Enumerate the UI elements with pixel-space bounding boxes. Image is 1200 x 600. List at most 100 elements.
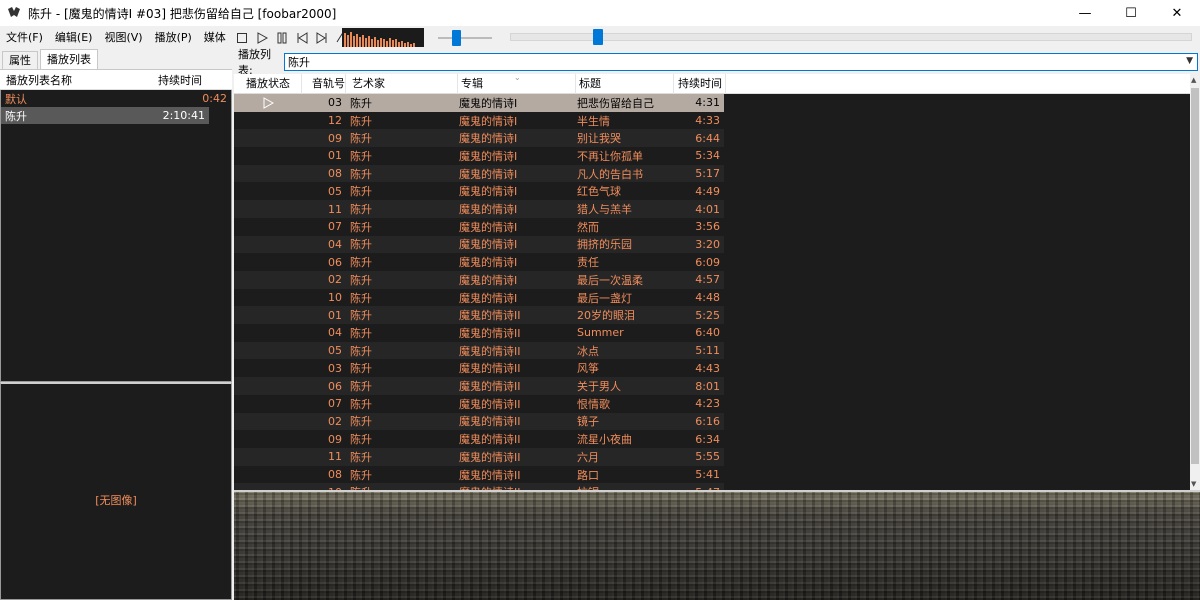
playlist-dropdown-value: 陈升 [288,56,310,69]
track-row[interactable]: 04 陈升 魔鬼的情诗II Summer 6:40 [234,324,724,342]
spectrum-visualization[interactable] [342,28,424,47]
track-row[interactable]: 07 陈升 魔鬼的情诗I 然而 3:56 [234,217,724,236]
track-row[interactable]: 07 陈升 魔鬼的情诗II 恨情歌 4:23 [234,394,724,413]
track-row[interactable]: 05 陈升 魔鬼的情诗I 红色气球 4:49 [234,182,724,201]
track-duration: 6:34 [695,432,720,446]
stop-button[interactable] [233,29,251,47]
seek-bar[interactable] [510,29,1192,45]
playlist-duration: 0:42 [202,92,227,105]
playlist-dropdown[interactable]: 陈升 ▼ [284,53,1198,71]
playlist-item-selected[interactable]: 陈升 2:10:41 [1,107,209,124]
track-row[interactable]: 02 陈升 魔鬼的情诗II 镜子 6:16 [234,412,724,431]
track-row[interactable]: 04 陈升 魔鬼的情诗I 拥挤的乐园 3:20 [234,235,724,254]
track-row[interactable]: 10 陈升 魔鬼的情诗I 最后一盏灯 4:48 [234,288,724,307]
menu-view[interactable]: 视图(V) [98,26,148,50]
next-button[interactable] [313,29,331,47]
spectrogram-visualization[interactable] [234,490,1200,600]
track-number: 09 [328,131,342,145]
track-row[interactable]: 05 陈升 魔鬼的情诗II 冰点 5:11 [234,341,724,360]
pause-button[interactable] [273,29,291,47]
track-title: 不再让你孤单 [577,149,643,163]
track-artist: 陈升 [350,132,372,146]
track-artist: 陈升 [350,468,372,482]
tab-properties[interactable]: 属性 [2,51,38,69]
track-duration: 5:17 [695,167,720,181]
scroll-down-icon[interactable]: ▼ [1191,480,1196,488]
menu-library[interactable]: 媒体 [198,26,232,50]
track-album: 魔鬼的情诗I [459,132,518,146]
track-row-now-playing[interactable]: 03 陈升 魔鬼的情诗I 把悲伤留给自己 4:31 [234,94,724,112]
track-duration: 8:01 [695,379,720,393]
track-album: 魔鬼的情诗I [459,256,518,270]
track-row[interactable]: 08 陈升 魔鬼的情诗I 凡人的告白书 5:17 [234,164,724,183]
minimize-button[interactable]: — [1062,0,1108,26]
track-duration: 5:25 [695,308,720,322]
track-duration: 4:01 [695,202,720,216]
track-album: 魔鬼的情诗II [459,344,521,358]
track-artist: 陈升 [350,220,372,234]
foobar-app-icon[interactable] [6,5,22,21]
col-track[interactable]: 音轨号 [302,73,346,94]
track-album: 魔鬼的情诗I [459,273,518,287]
scroll-thumb[interactable] [1191,88,1199,464]
track-title: 责任 [577,256,599,270]
play-button[interactable] [253,29,271,47]
col-duration[interactable]: 持续时间 [674,73,726,94]
track-row[interactable]: 06 陈升 魔鬼的情诗I 责任 6:09 [234,253,724,271]
seek-thumb[interactable] [592,29,603,45]
track-row[interactable]: 11 陈升 魔鬼的情诗II 六月 5:55 [234,448,724,466]
col-playlist-name[interactable]: 播放列表名称 [0,72,158,88]
track-list: 03 陈升 魔鬼的情诗I 把悲伤留给自己 4:31 12 陈升 魔鬼的情诗I 半生情 4:33 09… [234,94,1190,490]
track-title: Summer [577,326,624,340]
track-row[interactable]: 03 陈升 魔鬼的情诗II 风筝 4:43 [234,359,724,378]
track-row[interactable]: 09 陈升 魔鬼的情诗I 别让我哭 6:44 [234,129,724,148]
track-row[interactable]: 09 陈升 魔鬼的情诗II 流星小夜曲 6:34 [234,430,724,448]
track-row[interactable]: 12 陈升 魔鬼的情诗I 半生情 4:33 [234,111,724,130]
track-title: 半生情 [577,114,610,128]
menu-playback[interactable]: 播放(P) [149,26,198,50]
track-title: 猎人与羔羊 [577,203,632,217]
track-album: 魔鬼的情诗II [459,380,521,394]
track-row[interactable]: 02 陈升 魔鬼的情诗I 最后一次温柔 4:57 [234,271,724,289]
chevron-down-icon: ▼ [1186,56,1193,66]
volume-thumb[interactable] [451,30,461,46]
volume-slider[interactable] [434,29,494,47]
scroll-up-icon[interactable]: ▲ [1191,76,1196,84]
track-duration: 4:49 [695,184,720,198]
previous-icon [297,32,308,44]
col-artist[interactable]: 艺术家 [346,73,458,94]
track-artist: 陈升 [350,291,372,305]
window-title: 陈升 - [魔鬼的情诗I #03] 把悲伤留给自己 [foobar2000] [28,6,337,21]
track-duration: 4:48 [695,291,720,305]
sort-arrow-icon: ⌄ [514,72,521,82]
track-artist: 陈升 [350,167,372,181]
track-duration: 5:11 [695,344,720,358]
track-row[interactable]: 08 陈升 魔鬼的情诗II 路口 5:41 [234,465,724,484]
track-row[interactable]: 01 陈升 魔鬼的情诗I 不再让你孤单 5:34 [234,147,724,165]
album-art-panel: [无图像] [0,382,232,600]
track-row[interactable]: 10陈升魔鬼的情诗II拉锯5:47 [234,483,724,490]
track-row[interactable]: 06 陈升 魔鬼的情诗II 关于男人 8:01 [234,377,724,395]
track-artist: 陈升 [350,238,372,252]
stop-icon [236,33,247,43]
track-row[interactable]: 11 陈升 魔鬼的情诗I 猎人与羔羊 4:01 [234,200,724,218]
close-button[interactable]: ✕ [1154,0,1200,26]
track-duration: 6:09 [695,255,720,269]
track-artist: 陈升 [350,450,372,464]
col-title[interactable]: 标题 [576,73,674,94]
col-status[interactable]: 播放状态 [234,73,302,94]
maximize-button[interactable]: ☐ [1108,0,1154,26]
track-list-scrollbar[interactable]: ▲ ▼ [1190,74,1200,490]
track-number: 08 [328,167,342,181]
track-duration: 5:41 [695,468,720,482]
track-artist: 陈升 [350,397,372,411]
playlist-item[interactable]: 默认 0:42 [1,90,231,107]
menu-edit[interactable]: 编辑(E) [49,26,99,50]
playlist-name: 默认 [5,92,27,106]
col-album[interactable]: 专辑 ⌄ [458,73,576,94]
menu-file[interactable]: 文件(F) [0,26,49,50]
tab-playlists[interactable]: 播放列表 [40,49,98,69]
previous-button[interactable] [293,29,311,47]
track-row[interactable]: 01 陈升 魔鬼的情诗II 20岁的眼泪 5:25 [234,306,724,325]
col-playlist-duration[interactable]: 持续时间 [158,72,232,88]
